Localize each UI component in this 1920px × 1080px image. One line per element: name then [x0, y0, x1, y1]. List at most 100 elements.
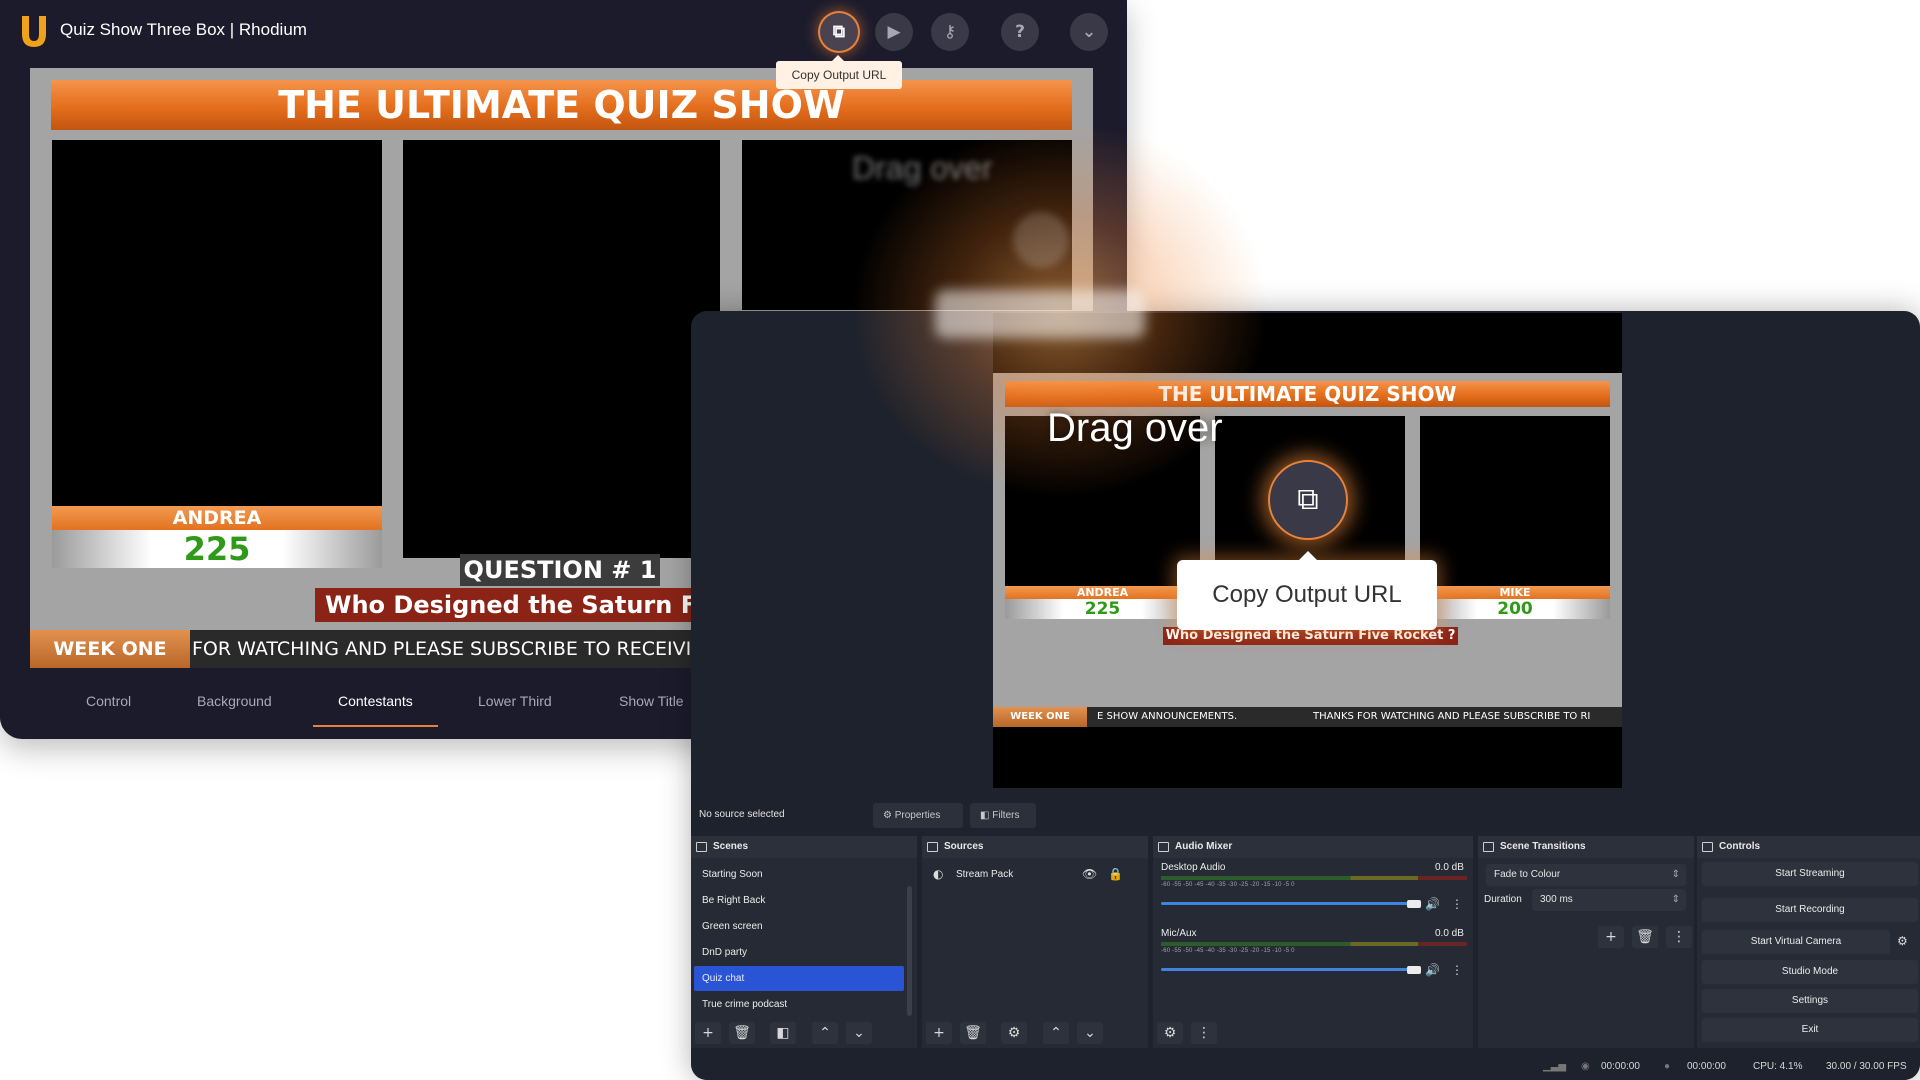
trash-icon[interactable]: 🗑 — [960, 1022, 986, 1044]
speaker-icon[interactable]: 🔊 — [1425, 897, 1440, 911]
move-up-icon[interactable]: ⌃ — [812, 1022, 838, 1044]
more-options-icon[interactable]: ⋮ — [1451, 963, 1463, 977]
obs-window: THE ULTIMATE QUIZ SHOW ANDREA 225 MIKE 2… — [691, 311, 1920, 1080]
stream-time: 00:00:00 — [1601, 1061, 1640, 1072]
tab-contestants[interactable]: Contestants — [338, 693, 413, 709]
active-tab-indicator — [313, 725, 438, 727]
copy-output-url-button[interactable]: ⧉ — [820, 13, 858, 51]
speaker-icon[interactable]: 🔊 — [1425, 963, 1440, 977]
trash-icon[interactable]: 🗑 — [1632, 926, 1658, 948]
contestant-box-center — [403, 140, 720, 558]
settings-button[interactable]: Settings — [1702, 989, 1918, 1013]
ticker-text: FOR WATCHING AND PLEASE SUBSCRIBE TO REC… — [192, 638, 692, 660]
dock-icon — [1702, 842, 1713, 852]
drag-ghost-card — [935, 290, 1145, 338]
trash-icon[interactable]: 🗑 — [729, 1022, 755, 1044]
more-options-icon[interactable]: ⋮ — [1666, 926, 1692, 948]
gear-icon: ⚙ — [883, 810, 895, 821]
question-text: Who Designed the Saturn Five — [315, 588, 735, 622]
start-streaming-button[interactable]: Start Streaming — [1702, 862, 1918, 886]
move-down-icon[interactable]: ⌄ — [1077, 1022, 1103, 1044]
copy-icon[interactable]: ⧉ — [1268, 460, 1348, 540]
volume-meter — [1161, 942, 1467, 946]
source-type-icon: ◐ — [933, 867, 944, 881]
scenes-scrollbar[interactable] — [907, 886, 912, 1016]
mixer-toolbar: ⚙ ⋮ — [1153, 1018, 1473, 1048]
volume-slider-thumb[interactable] — [1407, 966, 1421, 974]
add-icon[interactable]: + — [695, 1022, 721, 1044]
copy-output-url-card[interactable]: Copy Output URL — [1177, 551, 1437, 630]
eye-icon[interactable]: 👁 — [1082, 867, 1097, 881]
scene-transitions-header: Scene Transitions — [1478, 836, 1694, 858]
scene-filter-icon[interactable]: ◧ — [770, 1022, 796, 1044]
move-up-icon[interactable]: ⌃ — [1043, 1022, 1069, 1044]
menu-button[interactable]: ⌄ — [1070, 13, 1108, 51]
rhodium-titlebar: Quiz Show Three Box | Rhodium ⧉ ▶ ⚷ ? ⌄ — [0, 0, 1127, 64]
volume-slider[interactable] — [1161, 968, 1416, 971]
studio-mode-button[interactable]: Studio Mode — [1702, 960, 1918, 984]
tab-background[interactable]: Background — [197, 693, 272, 709]
filters-button[interactable]: ◧ Filters — [970, 803, 1036, 828]
advanced-audio-icon[interactable]: ⚙ — [1157, 1022, 1183, 1044]
filters-icon: ◧ — [980, 810, 993, 821]
contestant-name: ANDREA — [52, 506, 382, 530]
scenes-toolbar: + 🗑 ◧ ⌃ ⌄ — [691, 1018, 917, 1048]
contestant-name: MIKE — [1420, 586, 1610, 599]
drag-ghost-text: Drag over — [852, 150, 993, 186]
signal-icon: ▁▃▅ — [1543, 1061, 1567, 1072]
contestant-score: 225 — [1005, 599, 1200, 619]
lock-icon[interactable]: 🔒 — [1108, 867, 1123, 881]
drag-ghost-circle — [1013, 212, 1069, 268]
volume-slider-thumb[interactable] — [1407, 900, 1421, 908]
gear-icon[interactable]: ⚙ — [1897, 934, 1908, 948]
meter-ticks: -60 -55 -50 -45 -40 -35 -30 -25 -20 -15 … — [1161, 882, 1295, 888]
obs-context-bar: No source selected ⚙ Properties ◧ Filter… — [691, 795, 1920, 839]
scene-item[interactable]: DnD party — [694, 940, 904, 965]
channel-db: 0.0 dB — [1435, 928, 1464, 939]
exit-button[interactable]: Exit — [1702, 1018, 1918, 1042]
chevron-updown-icon: ⇕ — [1671, 869, 1680, 880]
controls-dock: Controls Start Streaming Start Recording… — [1697, 836, 1920, 1048]
copy-icon: ⧉ — [832, 22, 846, 42]
volume-slider[interactable] — [1161, 902, 1416, 905]
gear-icon[interactable]: ⚙ — [1001, 1022, 1027, 1044]
contestant-box-right — [1420, 416, 1610, 586]
scene-item[interactable]: True crime podcast — [694, 992, 904, 1017]
quiz-title-banner: THE ULTIMATE QUIZ SHOW — [1005, 381, 1610, 407]
duration-label: Duration — [1484, 894, 1522, 905]
tab-control[interactable]: Control — [86, 693, 131, 709]
week-label: WEEK ONE — [993, 707, 1087, 727]
move-down-icon[interactable]: ⌄ — [846, 1022, 872, 1044]
contestant-score: 200 — [1420, 599, 1610, 619]
question-number: QUESTION # 1 — [460, 554, 660, 586]
start-virtual-camera-button[interactable]: Start Virtual Camera — [1702, 930, 1890, 954]
more-options-icon[interactable]: ⋮ — [1451, 897, 1463, 911]
scene-transitions-dock: Scene Transitions Fade to Colour ⇕ Durat… — [1478, 836, 1694, 1048]
audio-mixer-dock: Audio Mixer Desktop Audio 0.0 dB -60 -55… — [1153, 836, 1473, 1048]
contestant-name: ANDREA — [1005, 586, 1200, 599]
more-options-icon[interactable]: ⋮ — [1191, 1022, 1217, 1044]
scene-item[interactable]: Starting Soon — [694, 862, 904, 887]
properties-button[interactable]: ⚙ Properties — [873, 803, 963, 828]
key-button[interactable]: ⚷ — [931, 13, 969, 51]
controls-header: Controls — [1697, 836, 1920, 858]
start-recording-button[interactable]: Start Recording — [1702, 898, 1918, 922]
no-source-label: No source selected — [699, 809, 785, 820]
duration-input[interactable]: 300 ms ⇕ — [1532, 889, 1686, 911]
tab-show-title[interactable]: Show Title — [619, 693, 684, 709]
contestant-score: 225 — [52, 530, 382, 568]
add-icon[interactable]: + — [1598, 926, 1624, 948]
transition-select[interactable]: Fade to Colour ⇕ — [1486, 864, 1686, 886]
add-icon[interactable]: + — [926, 1022, 952, 1044]
week-label: WEEK ONE — [30, 630, 190, 668]
channel-db: 0.0 dB — [1435, 862, 1464, 873]
tab-lower-third[interactable]: Lower Third — [478, 693, 552, 709]
scene-item[interactable]: Green screen — [694, 914, 904, 939]
scene-item[interactable]: Be Right Back — [694, 888, 904, 913]
ticker-text: E SHOW ANNOUNCEMENTS. — [1097, 711, 1238, 722]
scene-item-selected[interactable]: Quiz chat — [694, 966, 904, 991]
fps-readout: 30.00 / 30.00 FPS — [1826, 1061, 1907, 1072]
help-button[interactable]: ? — [1001, 13, 1039, 51]
play-button[interactable]: ▶ — [875, 13, 913, 51]
rhodium-logo-icon — [22, 16, 46, 47]
